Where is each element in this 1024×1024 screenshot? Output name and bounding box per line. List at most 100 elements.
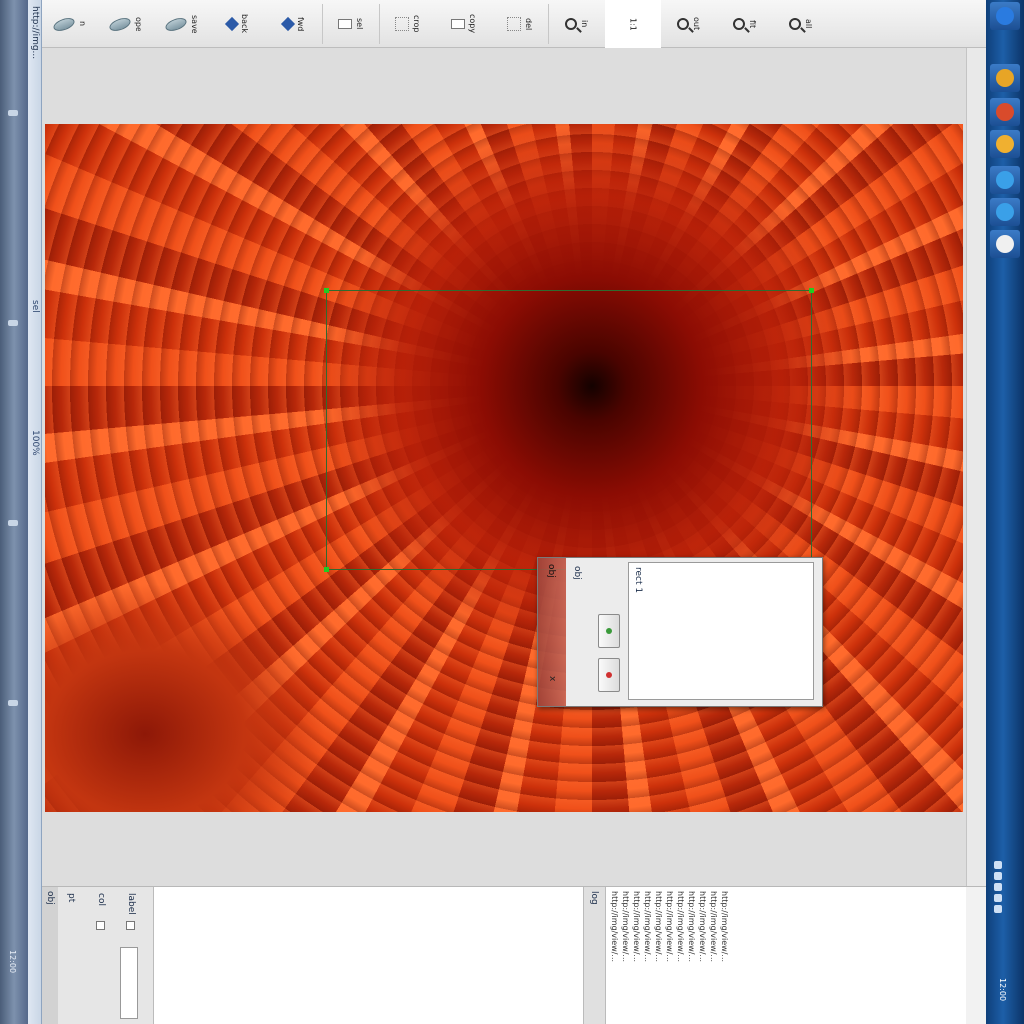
close-icon[interactable]: x (547, 676, 557, 681)
property-input[interactable] (120, 947, 138, 1019)
desktop-marker (8, 520, 18, 526)
disk-icon (107, 15, 133, 33)
toolbar-button-copy[interactable]: copy (436, 0, 492, 48)
toolbar-button-back[interactable]: back (210, 0, 266, 48)
app-icon (996, 135, 1014, 153)
tray-icon[interactable] (994, 872, 1002, 880)
log-line: http://img/view/... (676, 891, 685, 963)
properties-panel: obj pt col label (42, 887, 154, 1024)
log-line: http://img/view/... (720, 891, 729, 963)
toolbar-label: save (190, 14, 199, 34)
tray-icon[interactable] (994, 883, 1002, 891)
grid-icon (395, 17, 409, 31)
toolbar-label: fit (748, 19, 757, 29)
toolbar-button-select[interactable]: sel (323, 0, 379, 48)
resize-handle[interactable] (809, 288, 814, 293)
log-line: http://img/view/... (654, 891, 663, 963)
ie-icon (996, 203, 1014, 221)
resize-handle[interactable] (324, 567, 329, 572)
taskbar-button[interactable] (990, 64, 1020, 92)
add-button[interactable] (598, 614, 620, 648)
toolbar-button-forward[interactable]: fwd (266, 0, 322, 48)
tray-icon[interactable] (994, 861, 1002, 869)
rect-icon (451, 19, 465, 29)
toolbar: n ope save back fwd sel crop copy del in… (42, 0, 986, 48)
toolbar-button-zoom-in[interactable]: in (549, 0, 605, 48)
preview-panel (154, 887, 584, 1024)
taskbar-button[interactable] (990, 130, 1020, 158)
property-label: label (126, 893, 136, 915)
system-tray (994, 858, 1002, 916)
property-checkbox[interactable] (126, 921, 135, 930)
taskbar-button[interactable] (990, 2, 1020, 30)
selection-rectangle[interactable] (324, 288, 814, 572)
resize-handle[interactable] (324, 288, 329, 293)
zoom-status: 100% (30, 430, 40, 456)
taskbar-button[interactable] (990, 166, 1020, 194)
log-line: http://img/view/... (632, 891, 641, 963)
properties-title: obj (45, 891, 55, 905)
dialog-title: obj (546, 564, 556, 578)
toolbar-button-zoom-actual[interactable]: 1:1 (605, 0, 661, 48)
browser-icon (996, 7, 1014, 25)
toolbar-label: all (804, 19, 813, 29)
toolbar-button-zoom-all[interactable]: all (773, 0, 829, 48)
dialog-titlebar[interactable]: obj x (538, 558, 566, 706)
add-icon (606, 628, 612, 634)
log-panel: log http://img/view/... http://img/view/… (584, 887, 966, 1024)
tray-icon[interactable] (994, 905, 1002, 913)
object-dialog: obj x obj rect 1 (537, 557, 823, 707)
toolbar-button-crop[interactable]: crop (380, 0, 436, 48)
toolbar-label: del (524, 17, 533, 31)
toolbar-label: in (580, 20, 589, 28)
ie-icon (996, 171, 1014, 189)
toolbar-label: out (692, 17, 701, 31)
log-line: http://img/view/... (698, 891, 707, 963)
log-lines: http://img/view/... http://img/view/... … (610, 891, 729, 1021)
toolbar-label: sel (355, 18, 364, 30)
toolbar-button-open[interactable]: ope (98, 0, 154, 48)
log-line: http://img/view/... (687, 891, 696, 963)
toolbar-label: back (240, 14, 249, 34)
disk-icon (163, 15, 189, 33)
chrome-icon (996, 103, 1014, 121)
toolbar-button-save[interactable]: save (154, 0, 210, 48)
zoom-icon (789, 18, 801, 30)
log-title: log (589, 891, 599, 905)
toolbar-label: ope (134, 16, 143, 32)
delete-button[interactable] (598, 658, 620, 692)
tray-icon[interactable] (994, 894, 1002, 902)
rect-icon (338, 19, 352, 29)
toolbar-label: copy (468, 14, 477, 34)
taskbar: 12:00 (986, 0, 1024, 1024)
taskbar-button[interactable] (990, 230, 1020, 258)
desktop-left-strip: 12:00 (0, 0, 28, 1024)
property-label: pt (66, 893, 76, 903)
image-canvas[interactable]: obj x obj rect 1 (42, 48, 966, 886)
object-list[interactable]: rect 1 (628, 562, 814, 700)
disk-icon (51, 15, 77, 33)
vertical-scrollbar[interactable] (966, 48, 986, 886)
desktop-marker (8, 700, 18, 706)
window-left-status-strip: http://img... sel 100% (28, 0, 42, 1024)
bottom-panels: obj pt col label log http://img/view/...… (42, 886, 986, 1024)
diamond-icon (224, 16, 240, 32)
toolbar-label: n (78, 21, 87, 27)
log-line: http://img/view/... (643, 891, 652, 963)
window-path-text: http://img... (30, 6, 40, 60)
taskbar-clock[interactable]: 12:00 (998, 978, 1007, 1001)
property-checkbox[interactable] (96, 921, 105, 930)
taskbar-button[interactable] (990, 98, 1020, 126)
desktop-clock: 12:00 (8, 950, 17, 974)
log-line: http://img/view/... (621, 891, 630, 963)
toolbar-button-delete[interactable]: del (492, 0, 548, 48)
list-item[interactable]: rect 1 (633, 567, 643, 593)
toolbar-button-zoom-fit[interactable]: fit (717, 0, 773, 48)
toolbar-label: crop (412, 15, 421, 33)
toolbar-label: fwd (296, 16, 305, 32)
flower-photo[interactable] (45, 124, 963, 812)
toolbar-button-zoom-out[interactable]: out (661, 0, 717, 48)
log-line: http://img/view/... (610, 891, 619, 963)
toolbar-button-new[interactable]: n (42, 0, 98, 48)
taskbar-button[interactable] (990, 198, 1020, 226)
